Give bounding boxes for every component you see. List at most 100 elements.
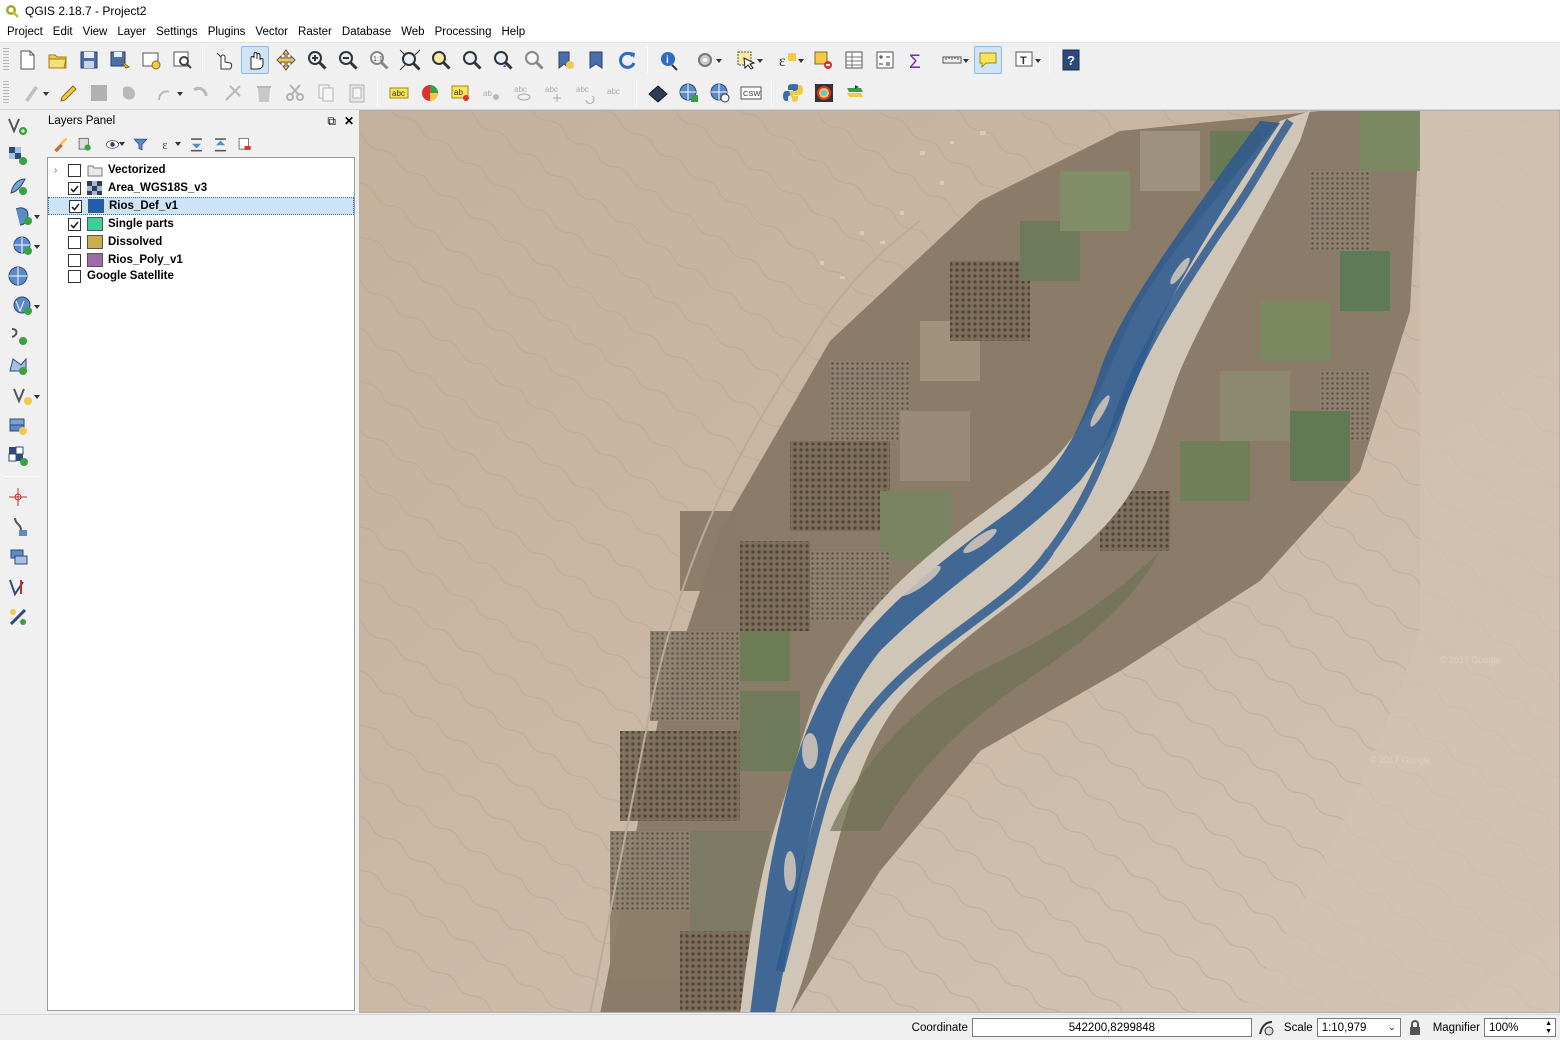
save-as-icon[interactable] [106,46,134,74]
paste-features-icon[interactable] [343,79,371,107]
show-bookmarks-icon[interactable] [582,46,610,74]
processing-toolbox-icon[interactable] [841,79,869,107]
add-mssql-layer-icon[interactable] [4,412,32,440]
select-by-expression-icon[interactable]: ε [768,46,806,74]
add-wfs-icon[interactable] [4,262,32,290]
layer-diagram-icon[interactable] [416,79,444,107]
split-features-icon[interactable] [4,573,32,601]
new-project-icon[interactable] [13,46,41,74]
save-project-icon[interactable] [75,46,103,74]
rotate-label-icon[interactable]: abc [571,79,599,107]
zoom-in-icon[interactable] [303,46,331,74]
add-feature-icon[interactable] [116,79,144,107]
offset-curve-icon[interactable] [4,543,32,571]
zoom-native-icon[interactable]: 1:1 [365,46,393,74]
lock-scale-icon[interactable] [1406,1019,1424,1037]
new-shapefile-icon[interactable] [4,382,42,410]
python-console-icon[interactable] [779,79,807,107]
scale-combo[interactable]: 1:10,979 ⌄ [1316,1018,1401,1037]
add-virtual-layer-icon[interactable] [4,352,32,380]
add-delimited-text-icon[interactable] [4,322,32,350]
identify-features-icon[interactable]: i [655,46,683,74]
layer-row[interactable]: Google Satellite [48,267,354,285]
zoom-to-layer-icon[interactable] [458,46,486,74]
menu-layer[interactable]: Layer [112,22,151,42]
remove-layer-icon[interactable] [233,133,255,155]
delete-selected-icon[interactable] [219,79,247,107]
menu-plugins[interactable]: Plugins [203,22,251,42]
digitize-point-icon[interactable] [4,483,32,511]
reshape-features-icon[interactable] [4,513,32,541]
open-attribute-table-icon[interactable] [840,46,868,74]
layer-visibility-checkbox[interactable] [68,217,81,231]
statistical-summary-icon[interactable]: Σ [902,46,930,74]
zoom-to-selection-icon[interactable] [427,46,455,74]
new-print-composer-icon[interactable] [137,46,165,74]
add-spatialite-layer-icon[interactable] [4,172,32,200]
node-tool-icon[interactable] [188,79,216,107]
filter-by-expression-icon[interactable]: ε [153,133,183,155]
layer-row[interactable]: Single parts [48,215,354,233]
toggle-editing-icon[interactable] [54,79,82,107]
layer-visibility-checkbox[interactable] [68,253,81,267]
map-tips-icon[interactable] [973,45,1002,74]
toolbar-grip[interactable] [3,47,9,72]
pan-map-icon[interactable] [240,45,269,74]
change-label-icon[interactable]: abc [602,79,630,107]
add-wcs-icon[interactable] [4,292,42,320]
touch-zoom-icon[interactable] [210,46,238,74]
layer-visibility-checkbox[interactable] [68,181,81,195]
cut-features-icon[interactable] [281,79,309,107]
add-group-icon[interactable] [73,133,95,155]
close-panel-icon[interactable]: ✕ [344,114,354,129]
layer-visibility-checkbox[interactable] [68,269,81,283]
layer-labeling-icon[interactable]: abc [385,79,413,107]
save-layer-edits-icon[interactable] [85,79,113,107]
highlight-pinned-labels-icon[interactable]: ab [447,79,475,107]
zoom-last-icon[interactable] [489,46,517,74]
text-annotation-icon[interactable]: T [1005,46,1043,74]
measure-line-icon[interactable] [933,46,971,74]
help-contents-icon[interactable]: ? [1057,46,1085,74]
raster-terrain-icon[interactable] [810,79,838,107]
open-project-icon[interactable] [44,46,72,74]
layer-visibility-checkbox[interactable] [68,163,81,177]
add-wcs-layer-icon[interactable] [706,79,734,107]
layer-row[interactable]: › Vectorized [48,161,354,179]
add-wms-icon[interactable] [4,232,42,260]
csw-search-icon[interactable]: CSW [737,79,765,107]
pan-to-selection-icon[interactable] [272,46,300,74]
refresh-icon[interactable] [613,46,641,74]
menu-edit[interactable]: Edit [48,22,78,42]
menu-settings[interactable]: Settings [151,22,203,42]
menu-help[interactable]: Help [496,22,530,42]
expand-all-icon[interactable] [185,133,207,155]
add-vector-tile-icon[interactable] [644,79,672,107]
undock-icon[interactable]: ⧉ [327,114,336,129]
expand-arrow-icon[interactable]: › [54,165,64,176]
coordinate-field[interactable]: 542200,8299848 [971,1018,1252,1037]
menu-processing[interactable]: Processing [430,22,497,42]
layer-row[interactable]: Dissolved [48,233,354,251]
menu-project[interactable]: Project [2,22,48,42]
deselect-all-icon[interactable] [809,46,837,74]
add-wms-layer-icon[interactable] [675,79,703,107]
layer-row[interactable]: Rios_Def_v1 [48,197,354,215]
toolbar-grip[interactable] [3,80,9,105]
zoom-out-icon[interactable] [334,46,362,74]
add-postgis-layer-icon[interactable] [4,202,42,230]
zoom-full-icon[interactable] [396,46,424,74]
move-feature-icon[interactable] [147,79,185,107]
show-hide-labels-icon[interactable]: abc [509,79,537,107]
layer-row[interactable]: Area_WGS18S_v3 [48,179,354,197]
georeferencer-icon[interactable] [4,603,32,631]
current-edits-icon[interactable] [13,79,51,107]
copy-features-icon[interactable] [312,79,340,107]
menu-vector[interactable]: Vector [250,22,293,42]
composer-manager-icon[interactable] [168,46,196,74]
field-calculator-icon[interactable] [871,46,899,74]
delete-icon[interactable] [250,79,278,107]
new-bookmark-icon[interactable] [551,46,579,74]
add-oracle-layer-icon[interactable] [4,442,32,470]
map-canvas[interactable]: © 2017 Google © 2017 Google [359,110,1560,1013]
